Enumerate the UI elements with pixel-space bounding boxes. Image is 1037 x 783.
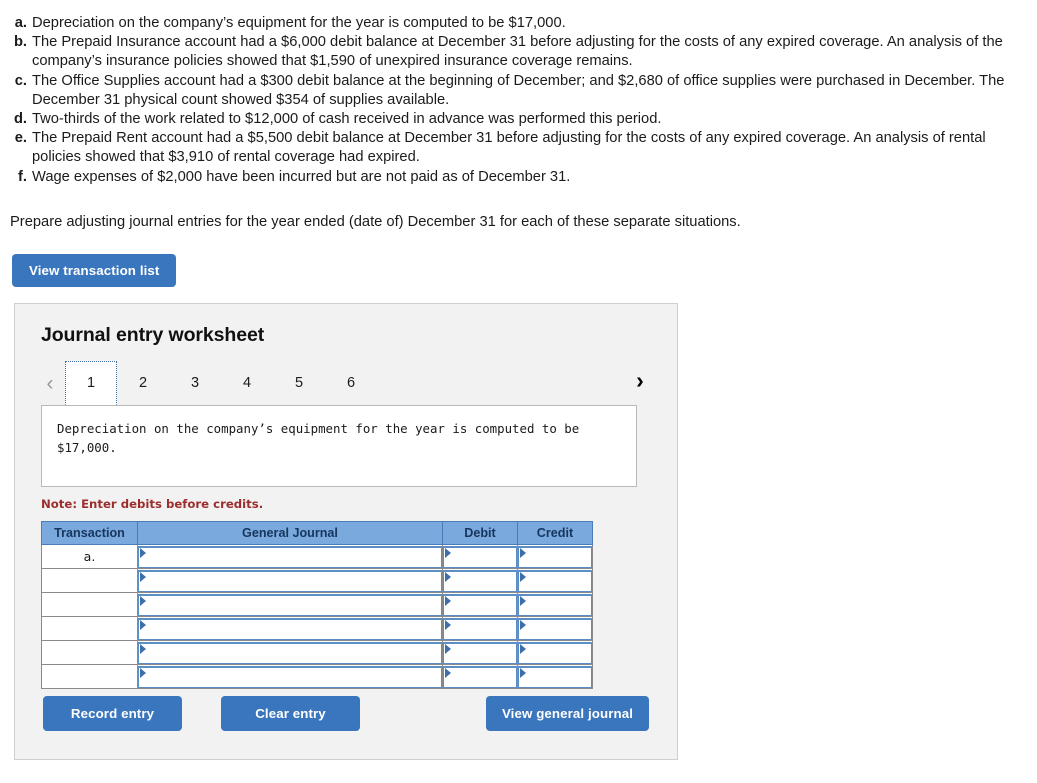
column-header-debit: Debit bbox=[442, 521, 518, 545]
chevron-right-icon[interactable]: › bbox=[625, 369, 655, 392]
list-item-letter: a. bbox=[14, 15, 27, 31]
clear-entry-button[interactable]: Clear entry bbox=[221, 696, 360, 731]
tab-4[interactable]: 4 bbox=[221, 361, 273, 405]
list-item-letter: e. bbox=[14, 130, 27, 147]
debit-input[interactable] bbox=[443, 641, 517, 664]
column-header-credit: Credit bbox=[517, 521, 593, 545]
credit-input[interactable] bbox=[518, 593, 592, 616]
general-journal-cell[interactable] bbox=[137, 640, 443, 665]
general-journal-cell[interactable] bbox=[137, 568, 443, 593]
general-journal-input[interactable] bbox=[138, 641, 442, 664]
list-item-letter: c. bbox=[14, 72, 27, 89]
credit-cell[interactable] bbox=[517, 664, 593, 689]
general-journal-cell[interactable] bbox=[137, 592, 443, 617]
transaction-cell bbox=[41, 592, 138, 617]
debit-cell[interactable] bbox=[442, 640, 518, 665]
journal-entry-table: Transaction General Journal Debit Credit… bbox=[41, 521, 593, 689]
list-item: b. The Prepaid Insurance account had a $… bbox=[10, 33, 1027, 71]
list-item-letter: b. bbox=[13, 34, 27, 51]
worksheet-tabstrip: ‹ 1 2 3 4 5 6 › bbox=[15, 361, 677, 405]
view-general-journal-button[interactable]: View general journal bbox=[486, 696, 649, 731]
list-item-letter: d. bbox=[13, 111, 27, 128]
transaction-cell: a. bbox=[41, 544, 138, 569]
debit-cell[interactable] bbox=[442, 568, 518, 593]
credit-input[interactable] bbox=[518, 617, 592, 640]
record-entry-button[interactable]: Record entry bbox=[43, 696, 182, 731]
general-journal-input[interactable] bbox=[138, 593, 442, 616]
credit-input[interactable] bbox=[518, 569, 592, 592]
tab-6[interactable]: 6 bbox=[325, 361, 377, 405]
debit-cell[interactable] bbox=[442, 616, 518, 641]
credit-input[interactable] bbox=[518, 665, 592, 688]
tab-2[interactable]: 2 bbox=[117, 361, 169, 405]
column-header-general-journal: General Journal bbox=[137, 521, 443, 545]
credit-input[interactable] bbox=[518, 641, 592, 664]
table-row bbox=[41, 568, 593, 593]
transaction-cell bbox=[41, 664, 138, 689]
credit-cell[interactable] bbox=[517, 640, 593, 665]
journal-entry-worksheet-panel: Journal entry worksheet ‹ 1 2 3 4 5 6 › … bbox=[14, 303, 678, 760]
list-item-letter: f. bbox=[18, 168, 27, 185]
debit-input[interactable] bbox=[443, 593, 517, 616]
table-row bbox=[41, 640, 593, 665]
debit-input[interactable] bbox=[443, 665, 517, 688]
table-row: a. bbox=[41, 544, 593, 569]
panel-title: Journal entry worksheet bbox=[41, 324, 265, 346]
list-item: e. The Prepaid Rent account had a $5,500… bbox=[10, 129, 1027, 167]
credit-cell[interactable] bbox=[517, 592, 593, 617]
list-item: c. The Office Supplies account had a $30… bbox=[10, 72, 1027, 110]
debit-input[interactable] bbox=[443, 617, 517, 640]
list-item-text: Two-thirds of the work related to $12,00… bbox=[32, 111, 662, 128]
list-item-text: Wage expenses of $2,000 have been incurr… bbox=[32, 168, 571, 185]
tab-5[interactable]: 5 bbox=[273, 361, 325, 405]
list-item-text: The Prepaid Insurance account had a $6,0… bbox=[32, 34, 1003, 70]
tab-list: 1 2 3 4 5 6 bbox=[65, 361, 377, 405]
table-header-row: Transaction General Journal Debit Credit bbox=[41, 521, 593, 545]
view-transaction-list-button[interactable]: View transaction list bbox=[12, 253, 177, 287]
debit-input[interactable] bbox=[443, 569, 517, 592]
credit-cell[interactable] bbox=[517, 616, 593, 641]
list-item: d. Two-thirds of the work related to $12… bbox=[10, 110, 1027, 129]
entry-description-box: Depreciation on the company’s equipment … bbox=[41, 405, 637, 487]
tab-1[interactable]: 1 bbox=[65, 361, 117, 405]
entry-description-text: Depreciation on the company’s equipment … bbox=[57, 421, 580, 455]
credit-cell[interactable] bbox=[517, 568, 593, 593]
general-journal-input[interactable] bbox=[138, 545, 442, 568]
chevron-left-icon[interactable]: ‹ bbox=[35, 373, 65, 394]
general-journal-cell[interactable] bbox=[137, 544, 443, 569]
debit-cell[interactable] bbox=[442, 544, 518, 569]
worksheet-footer: Record entry Clear entry View general jo… bbox=[15, 696, 677, 746]
general-journal-cell[interactable] bbox=[137, 664, 443, 689]
general-journal-input[interactable] bbox=[138, 569, 442, 592]
instruction-text: Prepare adjusting journal entries for th… bbox=[10, 213, 741, 230]
tab-3[interactable]: 3 bbox=[169, 361, 221, 405]
transaction-cell bbox=[41, 616, 138, 641]
general-journal-cell[interactable] bbox=[137, 616, 443, 641]
column-header-transaction: Transaction bbox=[41, 521, 138, 545]
list-item-text: The Prepaid Rent account had a $5,500 de… bbox=[32, 130, 986, 166]
debit-input[interactable] bbox=[443, 545, 517, 568]
list-item-text: Depreciation on the company’s equipment … bbox=[32, 15, 566, 31]
debit-cell[interactable] bbox=[442, 664, 518, 689]
debit-cell[interactable] bbox=[442, 592, 518, 617]
list-item: a. Depreciation on the company’s equipme… bbox=[10, 14, 1027, 33]
credit-input[interactable] bbox=[518, 545, 592, 568]
transaction-cell bbox=[41, 568, 138, 593]
situations-list: a. Depreciation on the company’s equipme… bbox=[0, 0, 1037, 187]
list-item-text: The Office Supplies account had a $300 d… bbox=[32, 72, 1005, 108]
table-row bbox=[41, 664, 593, 689]
table-row bbox=[41, 616, 593, 641]
list-item: f. Wage expenses of $2,000 have been inc… bbox=[10, 168, 1027, 187]
transaction-cell bbox=[41, 640, 138, 665]
general-journal-input[interactable] bbox=[138, 665, 442, 688]
debits-before-credits-note: Note: Enter debits before credits. bbox=[41, 497, 264, 511]
credit-cell[interactable] bbox=[517, 544, 593, 569]
general-journal-input[interactable] bbox=[138, 617, 442, 640]
table-row bbox=[41, 592, 593, 617]
